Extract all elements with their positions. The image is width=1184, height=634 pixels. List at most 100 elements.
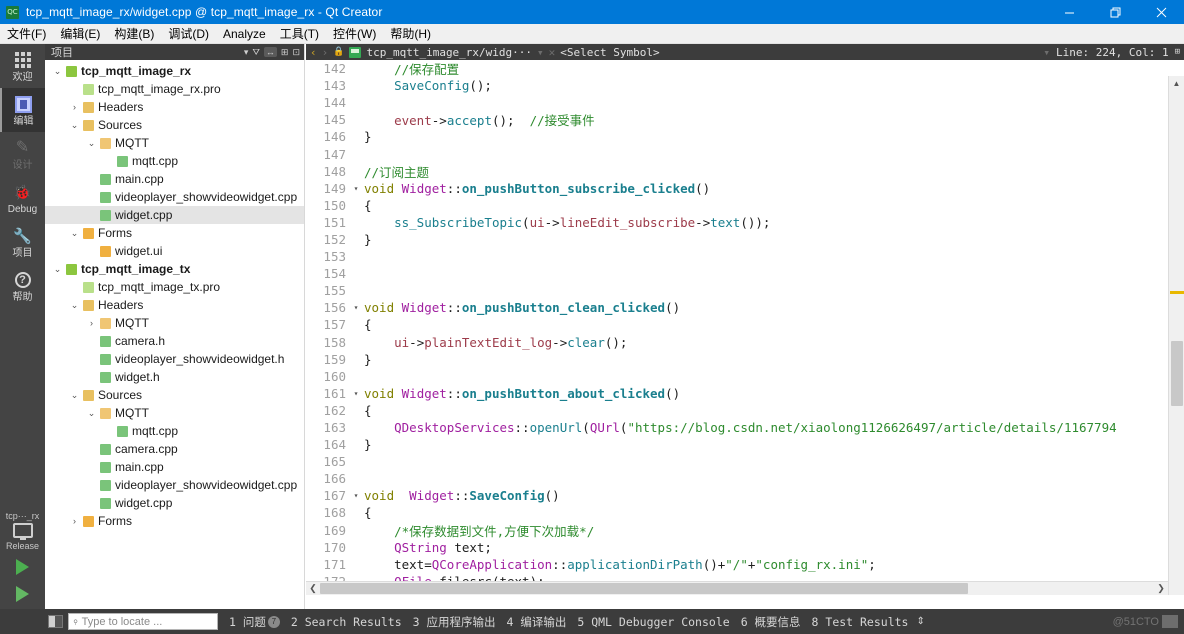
code-line[interactable]: 156▾void Widget::on_pushButton_clean_cli… <box>306 299 1184 316</box>
open-file-path[interactable]: tcp_mqtt_image_rx/widg··· <box>366 46 532 59</box>
tree-item[interactable]: tcp_mqtt_image_rx.pro <box>45 80 304 98</box>
scrollbar-thumb[interactable] <box>1171 341 1183 406</box>
tree-item[interactable]: main.cpp <box>45 170 304 188</box>
fold-toggle-icon[interactable]: ▾ <box>350 491 362 500</box>
chevron-down-icon[interactable]: ⌄ <box>51 66 64 77</box>
tree-item[interactable]: mqtt.cpp <box>45 152 304 170</box>
code-line[interactable]: 169 /*保存数据到文件,方便下次加载*/ <box>306 522 1184 539</box>
code-line[interactable]: 166 <box>306 470 1184 487</box>
tree-item[interactable]: ⌄Sources <box>45 116 304 134</box>
navigate-forward-icon[interactable]: › <box>322 46 329 59</box>
close-panel-icon[interactable]: ⊡ <box>292 47 300 57</box>
chevron-right-icon[interactable]: › <box>68 516 81 526</box>
sidebar-toggle-icon[interactable] <box>48 615 63 628</box>
chevron-down-icon[interactable]: ⌄ <box>68 228 81 239</box>
menu-item-4[interactable]: Analyze <box>216 25 273 43</box>
fold-toggle-icon[interactable]: ▾ <box>350 389 362 398</box>
tree-item-selected[interactable]: widget.cpp <box>45 206 304 224</box>
chevron-down-icon[interactable]: ⌄ <box>85 408 98 419</box>
menu-item-0[interactable]: 文件(F) <box>0 23 53 44</box>
tree-item[interactable]: ⌄tcp_mqtt_image_tx <box>45 260 304 278</box>
menu-item-3[interactable]: 调试(D) <box>161 23 216 44</box>
fold-toggle-icon[interactable]: ▾ <box>350 303 362 312</box>
code-line[interactable]: 145 event->accept(); //接受事件 <box>306 111 1184 128</box>
run-button[interactable] <box>0 556 45 578</box>
expand-icon[interactable]: ⊞ <box>281 47 289 57</box>
debug-run-button[interactable] <box>0 583 45 605</box>
chevron-down-icon[interactable]: ▾ <box>244 47 249 57</box>
tree-item[interactable]: videoplayer_showvideowidget.h <box>45 350 304 368</box>
code-line[interactable]: 144 <box>306 94 1184 111</box>
editor-vertical-scrollbar[interactable]: ▲ ▼ <box>1168 76 1184 595</box>
code-line[interactable]: 151 ss_SubscribeTopic(ui->lineEdit_subsc… <box>306 214 1184 231</box>
tree-item[interactable]: mqtt.cpp <box>45 422 304 440</box>
chevron-down-icon[interactable]: ⌄ <box>68 300 81 311</box>
fold-toggle-icon[interactable]: ▾ <box>350 184 362 193</box>
chevron-down-icon[interactable]: ⌄ <box>51 264 64 275</box>
editor-horizontal-scrollbar[interactable]: ❮ ❯ <box>306 581 1168 595</box>
code-view[interactable]: 142 //保存配置143 SaveConfig();144145 event-… <box>306 60 1184 595</box>
sync-icon[interactable]: ↔ <box>264 47 277 57</box>
output-pane-button[interactable]: 8 Test Results <box>812 615 909 629</box>
code-line[interactable]: 164} <box>306 436 1184 453</box>
mode-编辑[interactable]: 编辑 <box>0 88 45 132</box>
tree-item[interactable]: videoplayer_showvideowidget.cpp <box>45 188 304 206</box>
locator-input[interactable]: ⌕ Type to locate ... <box>68 613 218 630</box>
code-line[interactable]: 165 <box>306 453 1184 470</box>
output-pane-button[interactable]: 1 问题7 <box>229 614 280 630</box>
code-line[interactable]: 158 ui->plainTextEdit_log->clear(); <box>306 334 1184 351</box>
tree-item[interactable]: ⌄Sources <box>45 386 304 404</box>
chevron-right-icon[interactable]: › <box>68 102 81 112</box>
code-line[interactable]: 149▾void Widget::on_pushButton_subscribe… <box>306 180 1184 197</box>
code-line[interactable]: 157{ <box>306 316 1184 333</box>
scroll-right-icon[interactable]: ❯ <box>1154 583 1168 594</box>
file-dropdown-icon[interactable]: ▾ <box>537 46 544 59</box>
project-tree[interactable]: ⌄tcp_mqtt_image_rxtcp_mqtt_image_rx.pro ›… <box>45 60 304 608</box>
code-line[interactable]: 167▾void Widget::SaveConfig() <box>306 487 1184 504</box>
output-pane-button[interactable]: 3 应用程序输出 <box>413 614 496 630</box>
output-pane-button[interactable]: 2 Search Results <box>291 615 402 629</box>
code-line[interactable]: 154 <box>306 265 1184 282</box>
code-line[interactable]: 143 SaveConfig(); <box>306 77 1184 94</box>
code-line[interactable]: 162{ <box>306 402 1184 419</box>
code-line[interactable]: 146} <box>306 128 1184 145</box>
symbol-dropdown-icon[interactable]: ▾ <box>1043 46 1050 59</box>
mode-项目[interactable]: 🔧项目 <box>0 220 45 264</box>
tree-item[interactable]: ⌄Headers <box>45 296 304 314</box>
tree-item[interactable]: ⌄tcp_mqtt_image_rx <box>45 62 304 80</box>
tree-item[interactable]: ›MQTT <box>45 314 304 332</box>
tree-item[interactable]: camera.h <box>45 332 304 350</box>
code-line[interactable]: 148//订阅主题 <box>306 163 1184 180</box>
code-line[interactable]: 168{ <box>306 504 1184 521</box>
hscrollbar-thumb[interactable] <box>320 583 968 594</box>
tree-item[interactable]: widget.h <box>45 368 304 386</box>
mode-Debug[interactable]: 🐞Debug <box>0 176 45 220</box>
code-line[interactable]: 153 <box>306 248 1184 265</box>
lock-icon[interactable]: 🔒 <box>333 47 344 57</box>
chevron-down-icon[interactable]: ⌄ <box>68 390 81 401</box>
menu-item-1[interactable]: 编辑(E) <box>53 23 107 44</box>
mode-帮助[interactable]: ?帮助 <box>0 264 45 308</box>
tree-item[interactable]: camera.cpp <box>45 440 304 458</box>
tree-item[interactable]: widget.cpp <box>45 494 304 512</box>
minimize-icon[interactable] <box>1046 0 1092 24</box>
symbol-selector[interactable]: <Select Symbol> <box>560 46 659 59</box>
code-line[interactable]: 160 <box>306 368 1184 385</box>
chevron-right-icon[interactable]: › <box>85 318 98 328</box>
code-line[interactable]: 163 QDesktopServices::openUrl(QUrl("http… <box>306 419 1184 436</box>
chevron-down-icon[interactable]: ⌄ <box>68 120 81 131</box>
tree-item[interactable]: ⌄MQTT <box>45 134 304 152</box>
close-file-icon[interactable]: ✕ <box>549 46 556 59</box>
tree-item[interactable]: widget.ui <box>45 242 304 260</box>
tree-item[interactable]: ⌄Forms <box>45 224 304 242</box>
close-icon[interactable] <box>1138 0 1184 24</box>
code-line[interactable]: 161▾void Widget::on_pushButton_about_cli… <box>306 385 1184 402</box>
code-line[interactable]: 152} <box>306 231 1184 248</box>
code-line[interactable]: 170 QString text; <box>306 539 1184 556</box>
scroll-left-icon[interactable]: ❮ <box>306 583 320 594</box>
code-line[interactable]: 142 //保存配置 <box>306 60 1184 77</box>
code-line[interactable]: 150{ <box>306 197 1184 214</box>
tree-item[interactable]: videoplayer_showvideowidget.cpp <box>45 476 304 494</box>
menu-item-6[interactable]: 控件(W) <box>326 23 383 44</box>
menu-item-7[interactable]: 帮助(H) <box>383 23 438 44</box>
